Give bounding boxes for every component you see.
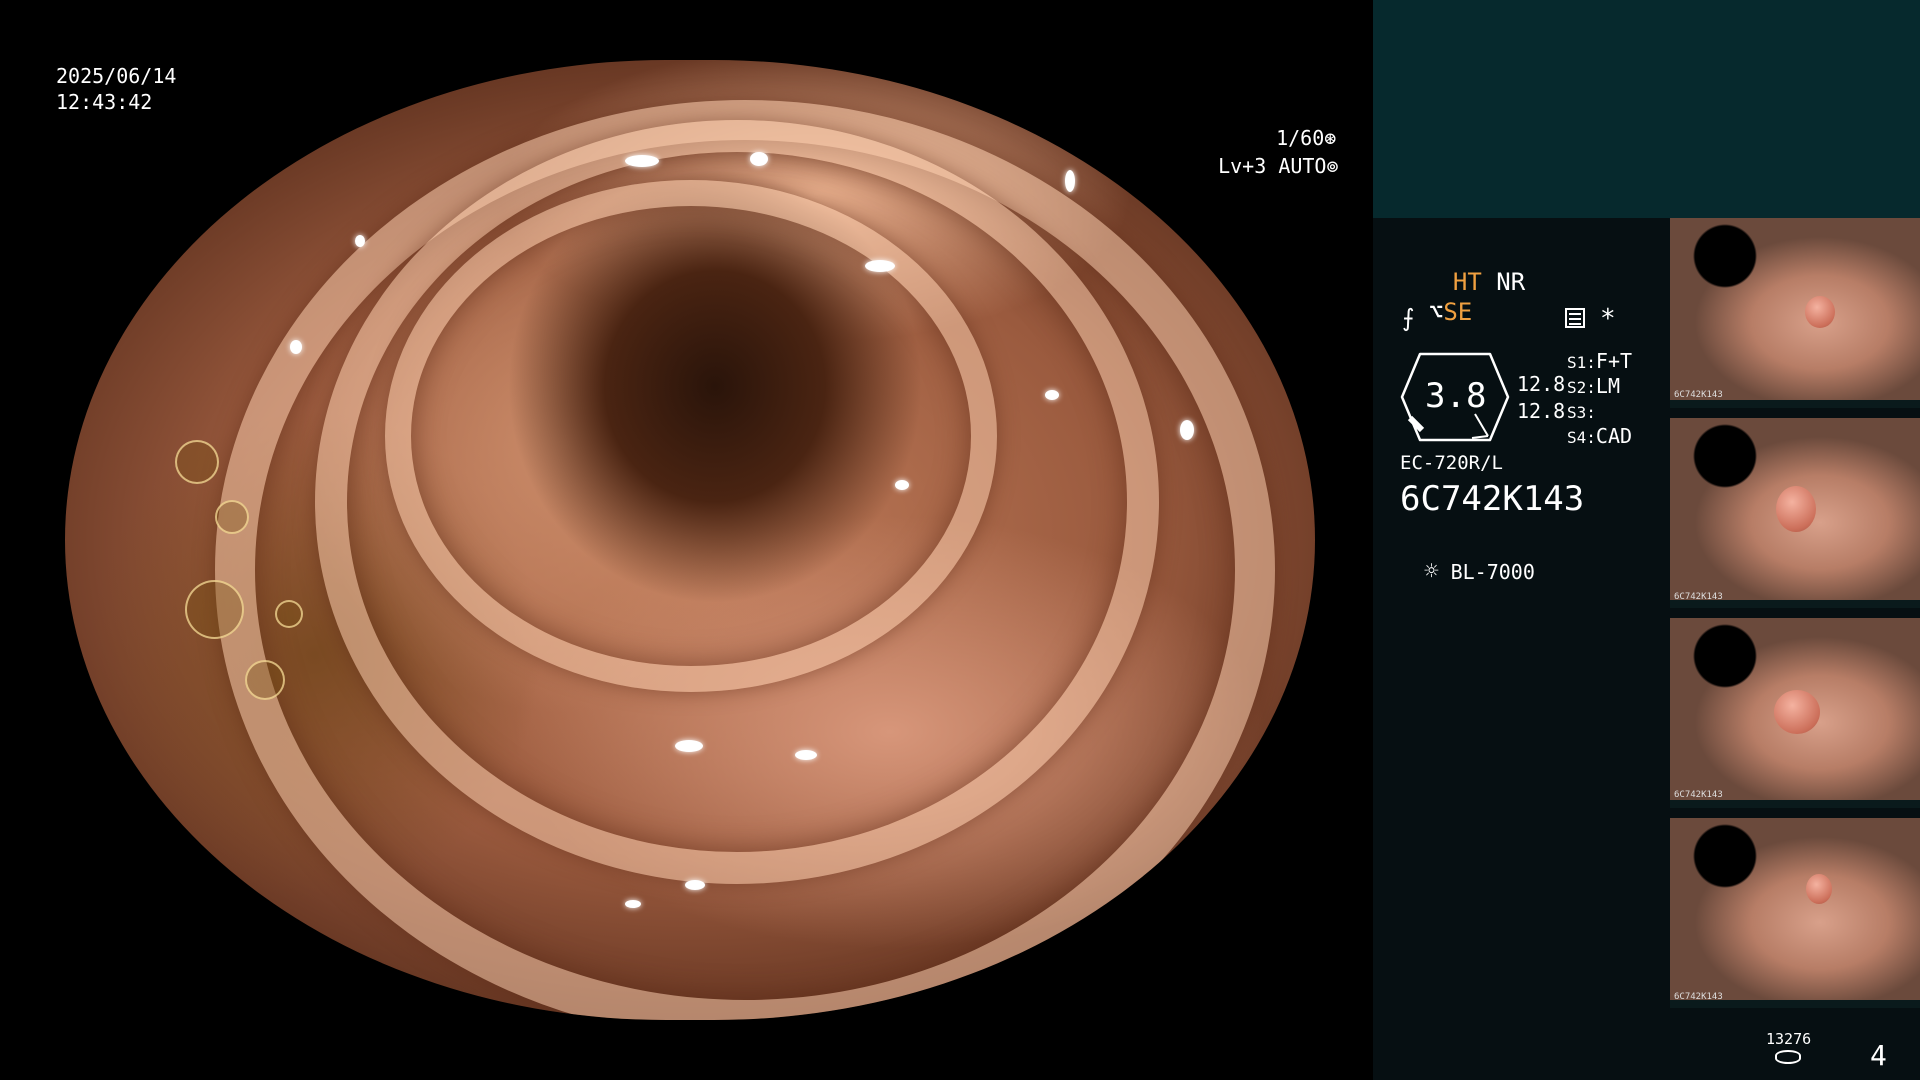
structure-icon: ⌥ [1428, 298, 1444, 326]
asterisk-indicator: * [1600, 304, 1616, 334]
color-icon: ⨍ [1402, 304, 1415, 332]
ratio-a: 12.8 [1517, 372, 1566, 396]
storage-counter: 13276 [1766, 1030, 1812, 1048]
polyp-marker [1776, 486, 1816, 532]
fluid-bubble [275, 600, 303, 628]
switch-s1: S1:F+T [1567, 348, 1632, 376]
specular-highlight [1180, 420, 1194, 440]
fluid-bubble [175, 440, 219, 484]
polyp-marker [1805, 296, 1835, 328]
time-label: 12:43:42 [56, 90, 153, 114]
fluid-bubble [245, 660, 285, 700]
specular-highlight [290, 340, 302, 354]
specular-highlight [795, 750, 817, 760]
s4-label: S4: [1567, 428, 1596, 447]
specular-highlight [895, 480, 909, 490]
specular-highlight [675, 740, 703, 752]
thumbnail-caption: 6C742K143 [1674, 390, 1723, 400]
light-source-row: ☼ BL-7000 [1400, 532, 1535, 585]
ratio-b: 12.8 [1517, 399, 1566, 423]
thumbnail-status-bar [1670, 800, 1920, 808]
capture-thumbnail[interactable]: 6C742K143 [1670, 818, 1920, 1008]
s1-label: S1: [1567, 353, 1596, 372]
switch-s4: S4:CAD [1567, 423, 1632, 451]
endoscope-live-view [65, 60, 1315, 1020]
mucosal-fold-inner [385, 180, 997, 692]
s4-value: CAD [1595, 424, 1633, 448]
capture-thumbnail[interactable]: 6C742K143 [1670, 218, 1920, 408]
s1-value: F+T [1595, 349, 1633, 373]
iris-icon: ⊚ [1326, 154, 1339, 178]
fluid-bubble [215, 500, 249, 534]
s2-label: S2: [1567, 378, 1596, 397]
capture-thumbnail[interactable]: 6C742K143 [1670, 418, 1920, 608]
storage-disk-icon [1775, 1050, 1801, 1064]
light-source-icon: ☼ [1424, 557, 1439, 585]
settings-list-icon [1565, 308, 1585, 328]
nr-indicator: NR [1496, 268, 1526, 296]
thumbnail-status-bar [1670, 400, 1920, 408]
info-panel-header [1373, 0, 1920, 218]
thumbnail-status-bar [1670, 1000, 1920, 1008]
specular-highlight [1045, 390, 1059, 400]
switch-s2: S2:LM [1567, 373, 1620, 401]
specular-highlight [625, 900, 641, 908]
fluid-bubble [185, 580, 244, 639]
specular-highlight [865, 260, 895, 272]
s2-value: LM [1595, 374, 1620, 398]
polyp-marker [1774, 690, 1820, 734]
exposure-readout: Lv+3 AUTO⊚ [1194, 127, 1339, 179]
specular-highlight [355, 235, 365, 247]
capture-thumbnail[interactable]: 6C742K143 [1670, 618, 1920, 808]
thumbnail-caption: 6C742K143 [1674, 790, 1723, 800]
specular-highlight [625, 155, 659, 167]
thumbnail-status-bar [1670, 600, 1920, 608]
date-label: 2025/06/14 [56, 64, 177, 88]
level-value: Lv+3 [1218, 154, 1267, 178]
switch-s3: S3: [1567, 398, 1596, 426]
mode-value: AUTO [1278, 154, 1327, 178]
specular-highlight [685, 880, 705, 890]
page-number: 4 [1870, 1039, 1887, 1072]
se-indicator: SE [1443, 298, 1473, 326]
specular-highlight [1065, 170, 1075, 192]
zoom-value: 3.8 [1425, 376, 1487, 416]
scope-model: EC-720R/L [1400, 452, 1503, 474]
scope-serial: 6C742K143 [1400, 479, 1585, 519]
polyp-marker [1806, 874, 1832, 904]
light-source-value: BL-7000 [1450, 560, 1535, 584]
s3-label: S3: [1567, 403, 1596, 422]
specular-highlight [750, 152, 768, 166]
